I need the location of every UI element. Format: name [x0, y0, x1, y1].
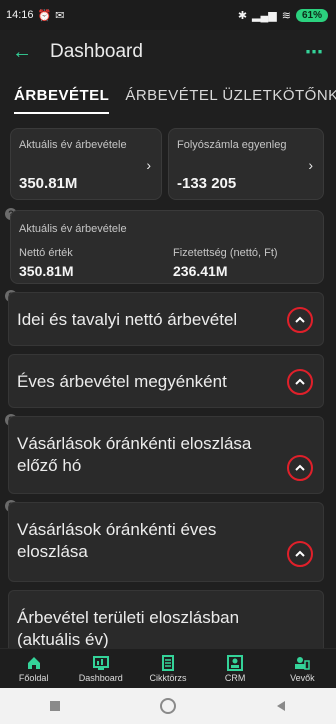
nav-crm[interactable]: CRM [205, 654, 265, 683]
status-time: 14:16 [6, 9, 34, 21]
bottom-navigation: Főoldal Dashboard Cikktörzs CRM Vevők [0, 648, 336, 688]
tab-bar: ÁRBEVÉTEL ÁRBEVÉTEL ÜZLETKÖTŐNKÉNT [0, 74, 336, 116]
chevron-right-icon: › [308, 157, 313, 173]
section-title: Idei és tavalyi nettó árbevétel [17, 310, 238, 329]
home-icon [27, 656, 40, 669]
chevron-up-icon[interactable] [287, 307, 313, 333]
notification-icon: ✉ [55, 9, 65, 22]
nav-label: Vevők [290, 672, 315, 683]
current-revenue-card[interactable]: Aktuális év árbevétele › 350.81M [10, 128, 162, 200]
account-balance-label: Folyószámla egyenleg [177, 139, 287, 151]
battery-indicator: 61% [295, 8, 328, 22]
chevron-right-icon: › [146, 157, 151, 173]
section-net-revenue-yoy[interactable]: Idei és tavalyi nettó árbevétel [8, 292, 324, 346]
net-value-label: Nettó érték [19, 247, 73, 259]
section-hourly-yearly[interactable]: Vásárlások óránkénti éves eloszlása [8, 502, 324, 582]
section-title: Árbevétel területi eloszlásban (aktuális… [17, 608, 240, 648]
crm-icon [227, 654, 244, 671]
alarm-icon: ⏰ [37, 9, 52, 22]
home-button-icon[interactable] [159, 697, 177, 715]
catalog-icon [161, 654, 174, 671]
dashboard-icon [92, 655, 109, 670]
current-revenue-label: Aktuális év árbevétele [19, 139, 127, 151]
nav-customers[interactable]: Vevők [272, 655, 332, 683]
recent-apps-icon[interactable] [48, 699, 62, 713]
nav-label: Cikktörzs [149, 672, 187, 683]
bluetooth-icon: ✱ [237, 9, 248, 22]
account-balance-value: -133 205 [177, 175, 237, 192]
current-revenue-value: 350.81M [19, 175, 78, 192]
section-regional-revenue[interactable]: Árbevétel területi eloszlásban (aktuális… [8, 590, 324, 648]
battery-level: 61 [301, 9, 314, 21]
nav-home[interactable]: Főoldal [4, 655, 64, 683]
more-options-icon[interactable]: ⋯ [305, 42, 324, 63]
section-revenue-by-county[interactable]: Éves árbevétel megyénként [8, 354, 324, 408]
section-title: Vásárlások óránkénti eloszlása előző hó [17, 434, 252, 475]
net-value: 350.81M [19, 263, 74, 279]
tab-revenue-by-agent[interactable]: ÁRBEVÉTEL ÜZLETKÖTŐNKÉNT [117, 87, 336, 104]
section-title: Vásárlások óránkénti éves eloszlása [17, 520, 217, 561]
nav-dashboard[interactable]: Dashboard [71, 655, 131, 683]
system-navigation-bar [0, 688, 336, 724]
summary-title: Aktuális év árbevétele [19, 223, 127, 235]
dashboard-content: Aktuális év árbevétele › 350.81M Folyósz… [0, 128, 336, 648]
nav-label: CRM [224, 672, 246, 683]
wifi-icon: ≋ [281, 9, 291, 22]
chevron-up-icon[interactable] [287, 541, 313, 567]
summary-card: Aktuális év árbevétele Nettó érték 350.8… [10, 210, 324, 284]
chevron-up-icon[interactable] [287, 455, 313, 481]
paid-value: 236.41M [173, 263, 228, 279]
app-bar: ← Dashboard ⋯ [0, 30, 336, 74]
nav-catalog[interactable]: Cikktörzs [138, 654, 198, 683]
paid-label: Fizetettség (nettó, Ft) [173, 247, 278, 259]
section-hourly-prev-month[interactable]: Vásárlások óránkénti eloszlása előző hó [8, 416, 324, 494]
nav-label: Főoldal [18, 672, 49, 683]
tab-revenue[interactable]: ÁRBEVÉTEL [0, 87, 117, 114]
nav-label: Dashboard [78, 672, 123, 683]
page-title: Dashboard [50, 41, 143, 62]
chevron-up-icon[interactable] [287, 369, 313, 395]
signal-icon: ▂▄▆ [252, 9, 277, 22]
account-balance-card[interactable]: Folyószámla egyenleg › -133 205 [168, 128, 324, 200]
customers-icon [295, 656, 311, 670]
back-triangle-icon[interactable] [274, 699, 288, 713]
back-arrow-icon[interactable]: ← [12, 41, 40, 64]
status-bar: 14:16 ⏰ ✉ ✱ ▂▄▆ ≋ 61% [0, 0, 336, 30]
section-title: Éves árbevétel megyénként [17, 372, 227, 391]
